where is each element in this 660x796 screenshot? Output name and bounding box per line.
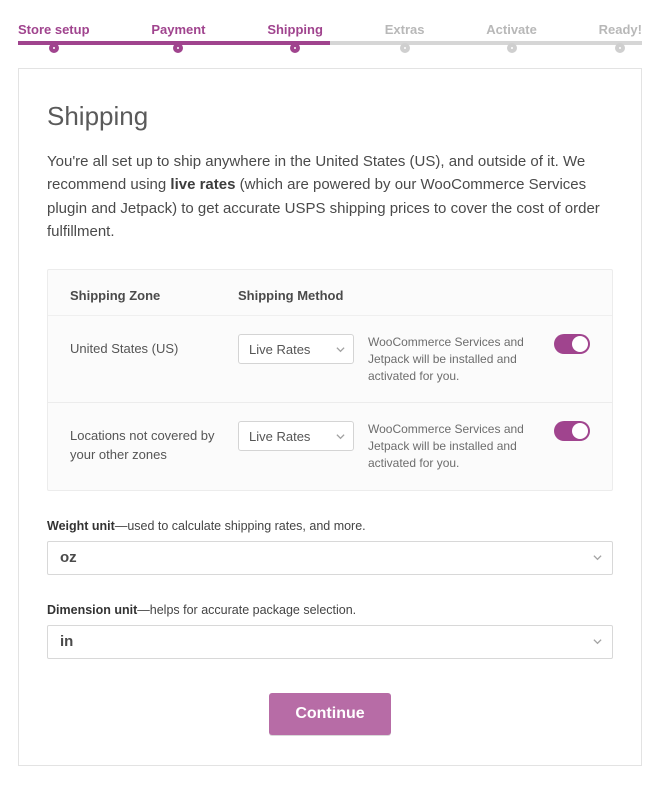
step-label: Payment xyxy=(151,22,205,37)
zone-table-header: Shipping Zone Shipping Method xyxy=(48,270,612,315)
step-dot-icon xyxy=(507,43,517,53)
select-value: oz xyxy=(60,549,77,566)
step-dot-icon xyxy=(290,43,300,53)
shipping-zone-table: Shipping Zone Shipping Method United Sta… xyxy=(47,269,613,491)
zone-enable-toggle[interactable] xyxy=(554,334,590,354)
step-label: Activate xyxy=(486,22,537,37)
zone-name: Locations not covered by your other zone… xyxy=(70,421,238,463)
dimension-unit-block: Dimension unit—helps for accurate packag… xyxy=(47,603,613,659)
weight-unit-label: Weight unit—used to calculate shipping r… xyxy=(47,519,613,533)
step-activate[interactable]: Activate xyxy=(486,22,537,53)
caret-down-icon xyxy=(336,432,345,441)
weight-unit-block: Weight unit—used to calculate shipping r… xyxy=(47,519,613,575)
dimension-unit-select[interactable]: in xyxy=(47,625,613,659)
zone-description: WooCommerce Services and Jetpack will be… xyxy=(368,421,544,471)
page-title: Shipping xyxy=(47,101,613,132)
step-ready[interactable]: Ready! xyxy=(599,22,642,53)
select-value: Live Rates xyxy=(249,342,310,357)
stepper-steps: Store setup Payment Shipping Extras Acti… xyxy=(18,22,642,53)
intro-text: You're all set up to ship anywhere in th… xyxy=(47,150,613,243)
select-value: in xyxy=(60,633,73,650)
step-dot-icon xyxy=(615,43,625,53)
shipping-method-select[interactable]: Live Rates xyxy=(238,421,354,451)
step-dot-icon xyxy=(400,43,410,53)
step-store-setup[interactable]: Store setup xyxy=(18,22,90,53)
step-payment[interactable]: Payment xyxy=(151,22,205,53)
zone-description: WooCommerce Services and Jetpack will be… xyxy=(368,334,544,384)
step-extras[interactable]: Extras xyxy=(385,22,425,53)
step-label: Store setup xyxy=(18,22,90,37)
continue-button[interactable]: Continue xyxy=(269,693,390,735)
zone-row: Locations not covered by your other zone… xyxy=(48,402,612,489)
step-label: Shipping xyxy=(267,22,323,37)
header-zone: Shipping Zone xyxy=(70,288,238,303)
caret-down-icon xyxy=(593,637,602,646)
header-method: Shipping Method xyxy=(238,288,368,303)
step-shipping[interactable]: Shipping xyxy=(267,22,323,53)
step-label: Extras xyxy=(385,22,425,37)
zone-name: United States (US) xyxy=(70,334,238,358)
dimension-unit-label: Dimension unit—helps for accurate packag… xyxy=(47,603,613,617)
weight-unit-select[interactable]: oz xyxy=(47,541,613,575)
select-value: Live Rates xyxy=(249,429,310,444)
caret-down-icon xyxy=(593,553,602,562)
step-dot-icon xyxy=(49,43,59,53)
shipping-method-select[interactable]: Live Rates xyxy=(238,334,354,364)
step-dot-icon xyxy=(173,43,183,53)
zone-enable-toggle[interactable] xyxy=(554,421,590,441)
step-label: Ready! xyxy=(599,22,642,37)
zone-row: United States (US) Live Rates WooCommerc… xyxy=(48,315,612,402)
caret-down-icon xyxy=(336,345,345,354)
setup-stepper: Store setup Payment Shipping Extras Acti… xyxy=(18,0,642,48)
shipping-card: Shipping You're all set up to ship anywh… xyxy=(18,68,642,766)
